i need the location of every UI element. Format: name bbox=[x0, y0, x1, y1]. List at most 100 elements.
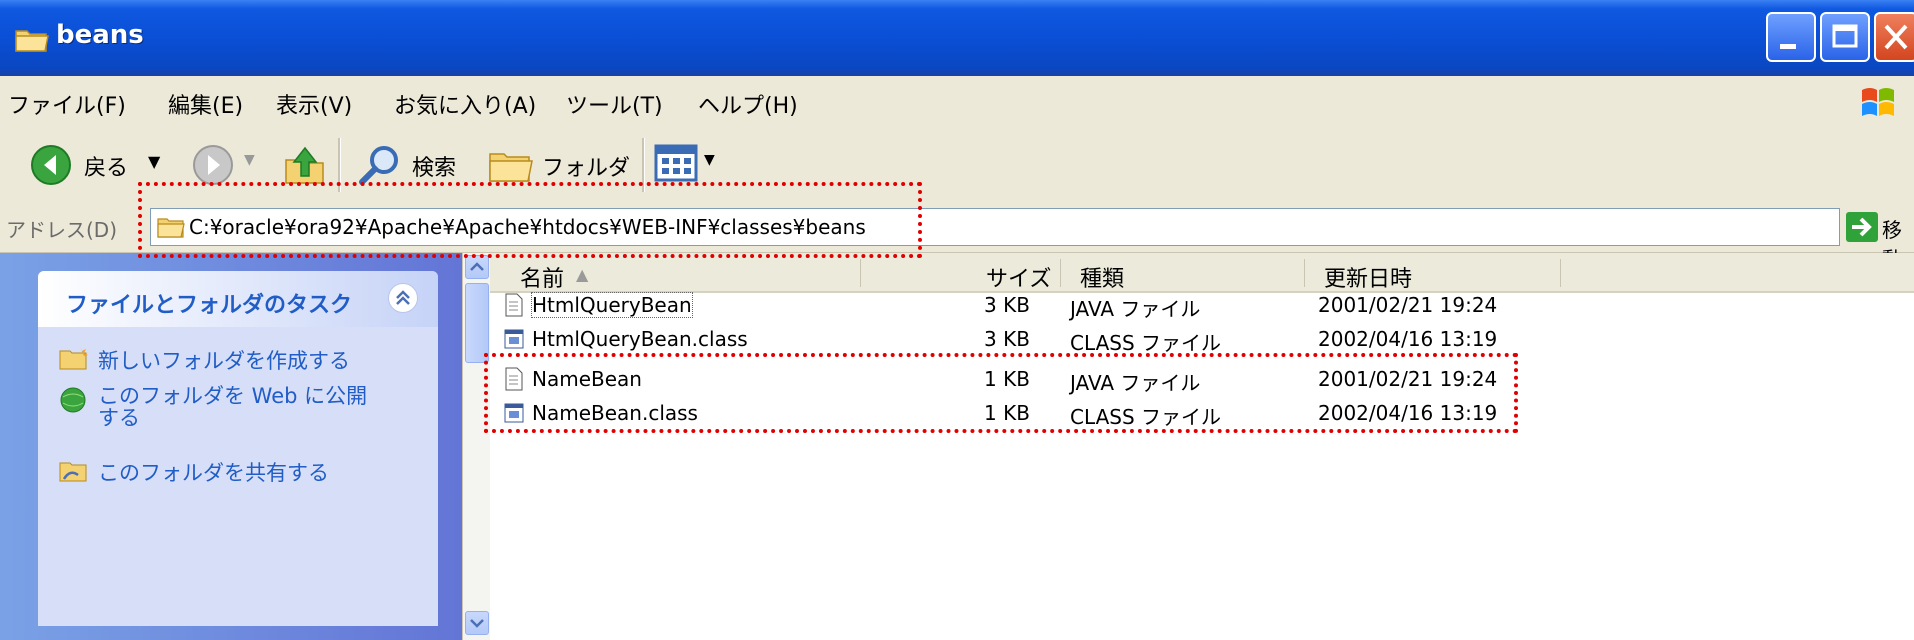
folder-icon bbox=[15, 30, 49, 52]
task-share-folder[interactable]: このフォルダを共有する bbox=[58, 457, 329, 488]
column-size[interactable]: サイズ bbox=[986, 261, 1051, 293]
file-row[interactable]: NameBean 1 KB JAVA ファイル 2001/02/21 19:24 bbox=[490, 365, 1914, 395]
column-modified[interactable]: 更新日時 bbox=[1324, 261, 1412, 293]
title-bar[interactable]: beans bbox=[0, 0, 1914, 76]
folders-label: フォルダ bbox=[542, 156, 631, 181]
task-pane: ファイルとフォルダのタスク 新しいフォルダを作成する このフォルダを Web に… bbox=[0, 253, 462, 640]
search-icon bbox=[359, 146, 398, 185]
tasks-title: ファイルとフォルダのタスク bbox=[66, 293, 353, 318]
file-size: 1 KB bbox=[984, 367, 1030, 391]
address-path: C:¥oracle¥ora92¥Apache¥Apache¥htdocs¥WEB… bbox=[189, 215, 866, 239]
task-new-folder[interactable]: 新しいフォルダを作成する bbox=[58, 345, 350, 376]
file-size: 1 KB bbox=[984, 401, 1030, 425]
file-name: NameBean.class bbox=[532, 401, 698, 425]
sort-ascending-icon: ▲ bbox=[576, 265, 589, 284]
column-divider[interactable] bbox=[1304, 259, 1305, 287]
menu-favorites[interactable]: お気に入り(A) bbox=[394, 88, 536, 120]
views-button[interactable]: ▼ bbox=[654, 142, 724, 188]
folders-button[interactable]: フォルダ bbox=[486, 138, 636, 192]
share-folder-icon bbox=[59, 462, 87, 482]
menu-edit[interactable]: 編集(E) bbox=[168, 88, 243, 120]
search-button[interactable]: 検索 bbox=[356, 138, 480, 192]
search-label: 検索 bbox=[412, 156, 457, 181]
maximize-icon bbox=[1832, 24, 1858, 48]
toolbar-separator bbox=[338, 138, 341, 192]
address-label: アドレス(D) bbox=[6, 218, 118, 242]
forward-dropdown-icon[interactable]: ▼ bbox=[244, 152, 255, 168]
file-list: 名前 ▲ サイズ 種類 更新日時 HtmlQueryBean 3 KB JAVA… bbox=[490, 253, 1914, 640]
file-type: JAVA ファイル bbox=[1070, 371, 1201, 395]
file-modified: 2001/02/21 19:24 bbox=[1318, 367, 1498, 391]
file-size: 3 KB bbox=[984, 327, 1030, 351]
toolbar-separator bbox=[642, 138, 645, 192]
class-file-icon bbox=[504, 329, 524, 349]
file-type: CLASS ファイル bbox=[1070, 331, 1221, 355]
back-button[interactable]: 戻る ▼ bbox=[30, 138, 170, 192]
address-input[interactable]: C:¥oracle¥ora92¥Apache¥Apache¥htdocs¥WEB… bbox=[150, 208, 1840, 246]
views-dropdown-icon[interactable]: ▼ bbox=[704, 152, 715, 168]
scroll-up-button[interactable] bbox=[465, 255, 489, 279]
file-folder-tasks-panel: ファイルとフォルダのタスク 新しいフォルダを作成する このフォルダを Web に… bbox=[38, 271, 438, 626]
forward-button[interactable]: ▼ bbox=[186, 138, 266, 192]
file-type: CLASS ファイル bbox=[1070, 405, 1221, 429]
scroll-thumb[interactable] bbox=[465, 283, 489, 363]
globe-icon bbox=[60, 387, 86, 413]
file-row[interactable]: NameBean.class 1 KB CLASS ファイル 2002/04/1… bbox=[490, 399, 1914, 429]
go-arrow-icon bbox=[1852, 217, 1872, 237]
windows-logo-icon bbox=[1862, 88, 1894, 116]
file-name: HtmlQueryBean.class bbox=[532, 327, 748, 351]
toolbar: 戻る ▼ ▼ 検索 フォルダ ▼ bbox=[0, 128, 1914, 203]
folders-icon bbox=[489, 153, 533, 182]
file-row[interactable]: HtmlQueryBean 3 KB JAVA ファイル 2001/02/21 … bbox=[490, 291, 1914, 321]
file-type: JAVA ファイル bbox=[1070, 297, 1201, 321]
menu-tools[interactable]: ツール(T) bbox=[566, 88, 663, 120]
column-divider[interactable] bbox=[1060, 259, 1061, 287]
column-header-row: 名前 ▲ サイズ 種類 更新日時 bbox=[490, 253, 1914, 293]
java-file-icon bbox=[505, 367, 523, 391]
file-modified: 2002/04/16 13:19 bbox=[1318, 401, 1498, 425]
vertical-scrollbar[interactable] bbox=[462, 253, 491, 640]
task-label: このフォルダを共有する bbox=[98, 461, 329, 485]
close-icon bbox=[1884, 24, 1908, 50]
task-publish-web[interactable]: このフォルダを Web に公開する bbox=[58, 385, 367, 441]
up-folder-icon[interactable] bbox=[282, 142, 328, 188]
menu-view[interactable]: 表示(V) bbox=[276, 88, 352, 120]
task-label: 新しいフォルダを作成する bbox=[98, 349, 350, 373]
file-name: HtmlQueryBean bbox=[531, 292, 693, 318]
column-divider[interactable] bbox=[860, 259, 861, 287]
close-button[interactable] bbox=[1874, 12, 1914, 62]
chevron-up-icon bbox=[470, 262, 484, 271]
back-arrow-icon bbox=[31, 145, 71, 185]
chevron-up-icon bbox=[396, 290, 410, 305]
task-label: このフォルダを Web に公開する bbox=[98, 384, 368, 430]
java-file-icon bbox=[505, 293, 523, 317]
file-modified: 2001/02/21 19:24 bbox=[1318, 293, 1498, 317]
file-size: 3 KB bbox=[984, 293, 1030, 317]
minimize-button[interactable] bbox=[1766, 12, 1816, 62]
menu-bar: ファイル(F) 編集(E) 表示(V) お気に入り(A) ツール(T) ヘルプ(… bbox=[0, 76, 1914, 129]
scroll-down-button[interactable] bbox=[465, 611, 489, 635]
file-name: NameBean bbox=[532, 367, 642, 391]
class-file-icon bbox=[504, 403, 524, 423]
column-type[interactable]: 種類 bbox=[1080, 261, 1124, 293]
back-label: 戻る bbox=[84, 156, 129, 181]
new-folder-icon bbox=[59, 347, 88, 370]
folder-icon bbox=[157, 218, 185, 238]
column-name[interactable]: 名前 bbox=[520, 261, 564, 293]
column-divider[interactable] bbox=[1560, 259, 1561, 287]
file-modified: 2002/04/16 13:19 bbox=[1318, 327, 1498, 351]
tasks-header[interactable]: ファイルとフォルダのタスク bbox=[38, 271, 438, 327]
menu-file[interactable]: ファイル(F) bbox=[8, 88, 126, 120]
minimize-icon bbox=[1780, 44, 1796, 49]
forward-arrow-icon bbox=[193, 145, 233, 185]
collapse-button[interactable] bbox=[388, 283, 418, 313]
views-icon bbox=[654, 144, 698, 182]
go-button[interactable] bbox=[1846, 212, 1878, 242]
maximize-button[interactable] bbox=[1820, 12, 1870, 62]
window-title: beans bbox=[56, 20, 144, 50]
back-dropdown-icon[interactable]: ▼ bbox=[148, 152, 160, 171]
menu-help[interactable]: ヘルプ(H) bbox=[698, 88, 798, 120]
address-bar: アドレス(D) C:¥oracle¥ora92¥Apache¥Apache¥ht… bbox=[0, 202, 1914, 271]
chevron-down-icon bbox=[470, 619, 484, 628]
file-row[interactable]: HtmlQueryBean.class 3 KB CLASS ファイル 2002… bbox=[490, 325, 1914, 355]
